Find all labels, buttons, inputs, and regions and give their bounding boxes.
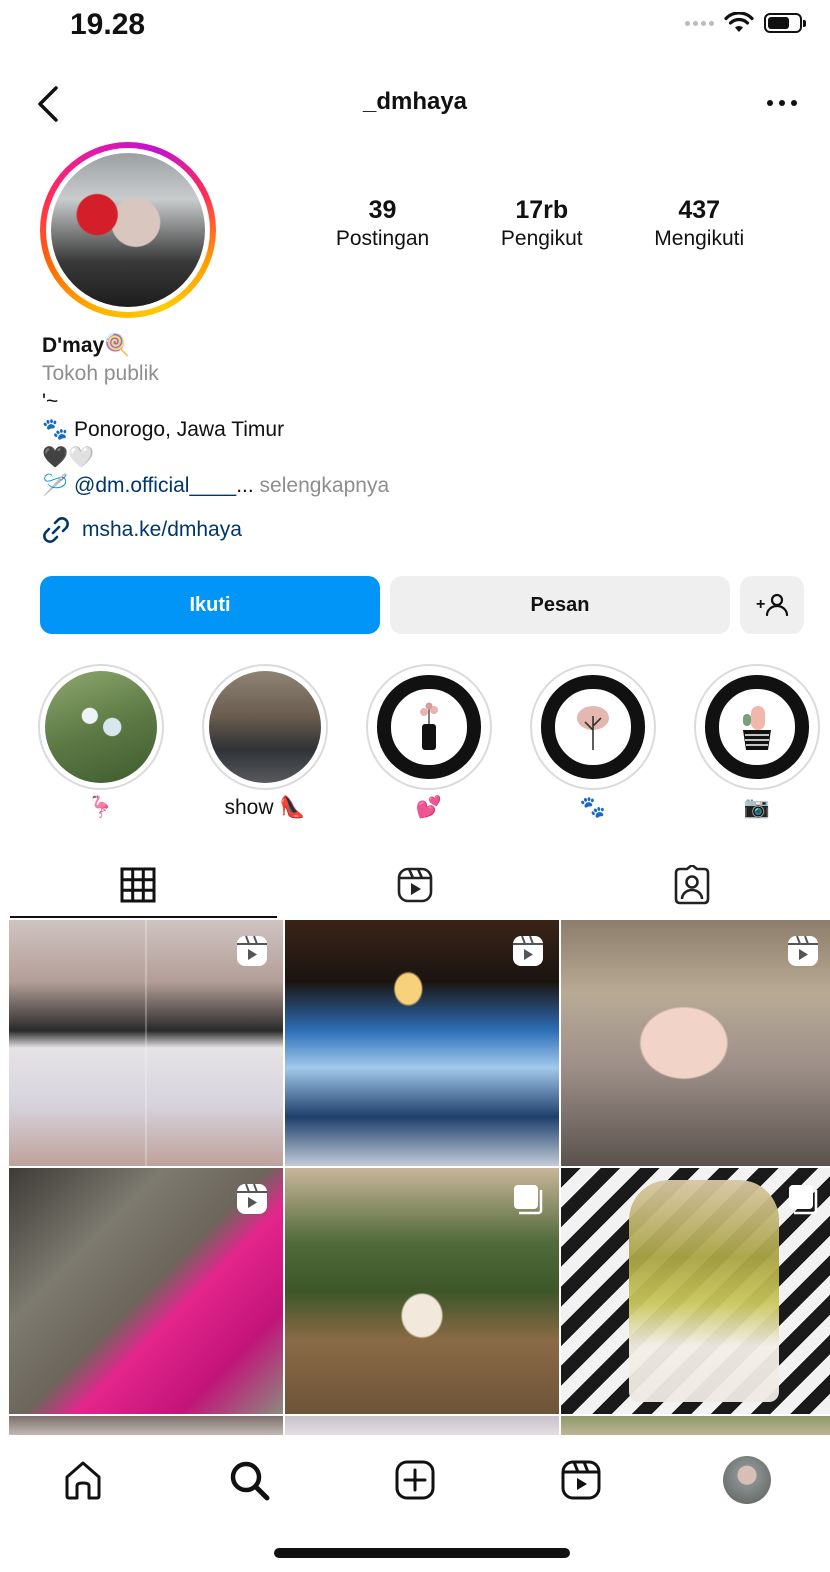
post-thumbnail[interactable] [9, 1168, 283, 1414]
tab-reels[interactable] [277, 852, 554, 918]
hearts-emoji: 🖤🤍 [42, 446, 95, 469]
reel-badge-icon [237, 935, 267, 966]
posts-grid [9, 920, 830, 1435]
highlight-item[interactable]: 🐾 [528, 664, 658, 826]
post-thumbnail[interactable] [285, 920, 559, 1166]
stat-following-value: 437 [678, 196, 721, 224]
profile-bio: D'may🍭 Tokoh publik '~ 🐾 Ponorogo, Jawa … [42, 332, 802, 500]
ellipsis-icon [767, 100, 797, 106]
bio-more-link[interactable]: selengkapnya [260, 474, 390, 497]
profile-avatar-small [723, 1456, 771, 1504]
profile-tabs [0, 852, 830, 918]
stat-posts[interactable]: 39 Postingan [336, 196, 429, 251]
highlight-item[interactable]: 💕 [364, 664, 494, 826]
post-thumbnail[interactable] [561, 1416, 830, 1435]
highlight-cover [373, 671, 485, 783]
bio-ellipsis: ... [236, 474, 254, 497]
nav-profile[interactable] [717, 1450, 777, 1510]
profile-link-text: msha.ke/dmhaya [82, 518, 242, 541]
cactus-icon [743, 706, 771, 750]
carousel-badge-icon [514, 1185, 543, 1215]
highlight-cover [701, 671, 813, 783]
profile-avatar[interactable] [30, 142, 226, 318]
signal-icon [685, 20, 714, 26]
tagged-icon [674, 865, 709, 905]
avatar-photo [51, 153, 205, 307]
home-icon [65, 1461, 101, 1500]
suggest-users-button[interactable]: + [740, 576, 804, 634]
highlight-cover [209, 671, 321, 783]
profile-stats: 39 Postingan 17rb Pengikut 437 Mengikuti [300, 196, 780, 251]
grid-icon [120, 867, 156, 903]
search-icon [230, 1461, 270, 1501]
bio-line: '~ [42, 390, 59, 413]
highlight-item[interactable]: 🦩 [36, 664, 166, 826]
nav-home[interactable] [53, 1450, 113, 1510]
lollipop-emoji: 🍭 [104, 334, 131, 357]
display-name: D'may [42, 334, 105, 357]
profile-actions: Ikuti Pesan + [40, 576, 804, 634]
stat-followers-value: 17rb [515, 196, 569, 224]
page-title: _dmhaya [362, 88, 468, 115]
profile-header: _dmhaya [0, 74, 830, 134]
stat-following[interactable]: 437 Mengikuti [654, 196, 744, 251]
reel-badge-icon [788, 935, 818, 966]
post-thumbnail[interactable] [285, 1416, 559, 1435]
story-highlights: 🦩 show 👠 💕 🐾 📷 [36, 664, 830, 819]
profile-link[interactable]: msha.ke/dmhaya [40, 514, 242, 546]
highlight-label: 🐾 [579, 796, 607, 819]
reels-icon [561, 1460, 601, 1500]
status-time: 19.28 [70, 8, 146, 41]
post-thumbnail[interactable] [561, 1168, 830, 1414]
bottom-navigation [0, 1440, 830, 1520]
tree-icon [577, 706, 609, 750]
stat-followers[interactable]: 17rb Pengikut [501, 196, 583, 251]
nav-search[interactable] [219, 1450, 279, 1510]
status-bar: 19.28 [0, 0, 830, 50]
profile-category: Tokoh publik [42, 362, 159, 385]
highlight-label: show 👠 [224, 796, 306, 819]
link-icon [43, 517, 69, 543]
stat-posts-value: 39 [368, 196, 397, 224]
bio-mention[interactable]: @dm.official____ [74, 474, 236, 497]
status-indicators [685, 12, 806, 34]
paw-emoji: 🐾 [42, 418, 69, 441]
follow-button[interactable]: Ikuti [40, 576, 380, 634]
plus-glyph: + [756, 596, 765, 613]
post-thumbnail[interactable] [9, 920, 283, 1166]
post-thumbnail[interactable] [285, 1168, 559, 1414]
nav-create[interactable] [385, 1450, 445, 1510]
stat-followers-label: Pengikut [500, 227, 583, 250]
highlight-label: 🦩 [87, 796, 115, 819]
needle-emoji: 🪡 [42, 474, 69, 497]
reel-badge-icon [237, 1183, 267, 1214]
battery-icon [764, 13, 806, 33]
bio-location: Ponorogo, Jawa Timur [74, 418, 285, 441]
highlight-item[interactable]: 📷 [692, 664, 822, 826]
home-indicator [274, 1548, 570, 1558]
post-thumbnail[interactable] [9, 1416, 283, 1435]
message-button[interactable]: Pesan [390, 576, 730, 634]
highlight-cover [45, 671, 157, 783]
nav-reels[interactable] [551, 1450, 611, 1510]
create-icon [395, 1460, 435, 1500]
stat-following-label: Mengikuti [654, 227, 745, 250]
tab-tagged[interactable] [553, 852, 830, 918]
story-ring [40, 142, 216, 318]
vase-icon [420, 702, 438, 750]
more-options-button[interactable] [762, 88, 802, 118]
tab-grid[interactable] [0, 852, 277, 918]
post-thumbnail[interactable] [561, 920, 830, 1166]
highlight-label: 💕 [415, 796, 443, 819]
highlight-label: 📷 [743, 796, 771, 819]
reels-icon [397, 867, 433, 903]
wifi-icon [724, 12, 754, 32]
add-user-icon: + [756, 593, 789, 617]
stat-posts-label: Postingan [335, 227, 430, 250]
reel-badge-icon [513, 935, 543, 966]
highlight-item[interactable]: show 👠 [200, 664, 330, 826]
highlight-cover [537, 671, 649, 783]
carousel-badge-icon [789, 1185, 818, 1215]
